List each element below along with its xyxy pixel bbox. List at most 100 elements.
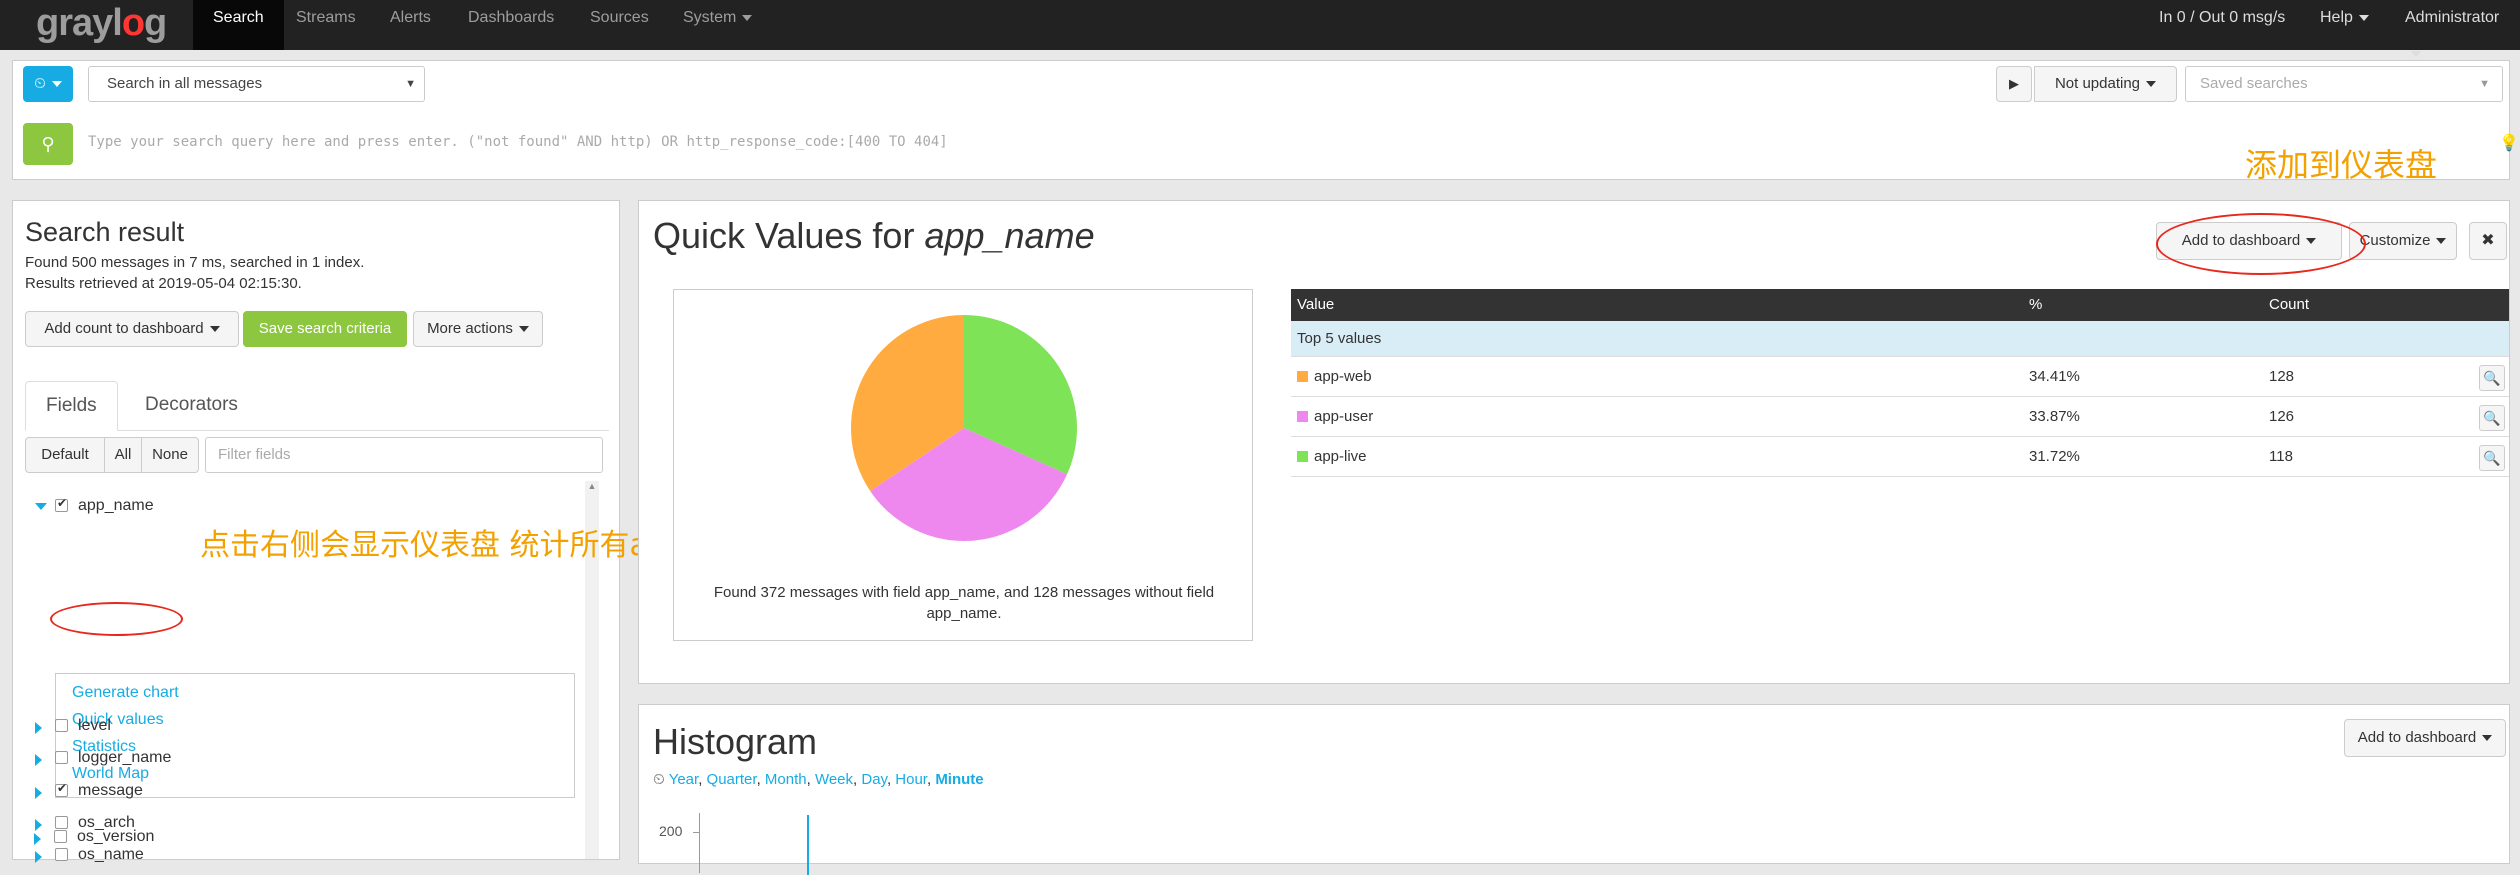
field-logger-name[interactable]: logger_name — [35, 749, 171, 767]
chevron-down-icon — [2146, 81, 2157, 88]
chevron-down-icon — [51, 81, 62, 88]
histogram-widget: Histogram Add to dashboard ⏲ Year, Quarte… — [638, 704, 2510, 875]
field-os-version[interactable]: os_version — [34, 828, 154, 846]
select-arrow-icon: ▼ — [405, 78, 416, 90]
save-search-criteria-button[interactable]: Save search criteria — [243, 311, 407, 347]
close-widget-button[interactable]: ✖ — [2469, 222, 2507, 260]
percent-cell: 34.41% — [2029, 368, 2080, 385]
histogram-add-to-dashboard-button[interactable]: Add to dashboard — [2344, 719, 2506, 757]
count-cell: 118 — [2269, 448, 2293, 465]
add-count-to-dashboard-button[interactable]: Add count to dashboard — [25, 311, 239, 347]
field-actions-menu: Generate chart Quick values Statistics W… — [55, 673, 575, 798]
separator: , — [806, 771, 815, 788]
graylog-logo[interactable]: graylog — [36, 2, 167, 45]
field-checkbox[interactable] — [54, 830, 67, 844]
value-cell: app-live — [1297, 448, 1367, 465]
quick-values-widget: Quick Values for app_name Add to dashboa… — [638, 200, 2510, 684]
nav-system[interactable]: System — [663, 0, 772, 50]
time-range-type-button[interactable]: ⏲ — [23, 66, 73, 102]
field-checkbox[interactable] — [55, 719, 68, 733]
interval-link-day[interactable]: Day — [861, 771, 887, 788]
search-icon: ⚲ — [41, 134, 55, 154]
field-os-name[interactable]: os_name — [35, 846, 144, 864]
pie-chart-container: Found 372 messages with field app_name, … — [673, 289, 1253, 641]
chevron-down-icon — [2436, 238, 2447, 245]
y-axis-tick-mark — [693, 832, 700, 833]
percent-cell: 31.72% — [2029, 448, 2080, 465]
chevron-down-icon — [209, 326, 220, 333]
y-axis-line — [699, 813, 700, 873]
filter-none-button[interactable]: None — [141, 437, 199, 473]
value-text: app-live — [1314, 448, 1367, 465]
histogram-title: Histogram — [653, 721, 818, 762]
filter-fields-input[interactable]: Filter fields — [205, 437, 603, 473]
nav-dashboards[interactable]: Dashboards — [448, 0, 574, 50]
lightbulb-icon[interactable]: 💡 — [2499, 133, 2519, 153]
histogram-interval-selector: ⏲ Year, Quarter, Month, Week, Day, Hour, … — [653, 771, 984, 788]
search-value-icon[interactable]: 🔍 — [2479, 365, 2505, 391]
histogram-bar — [807, 815, 809, 875]
nav-streams[interactable]: Streams — [276, 0, 376, 50]
interval-link-week[interactable]: Week — [815, 771, 853, 788]
refresh-interval-label: Not updating — [2054, 75, 2141, 92]
table-header: Value % Count — [1291, 289, 2509, 321]
search-query-input[interactable]: Type your search query here and press en… — [88, 134, 2468, 150]
filter-default-button[interactable]: Default — [25, 437, 105, 473]
nav-system-label: System — [683, 9, 737, 26]
retrieved-timestamp: Results retrieved at 2019-05-04 02:15:30… — [25, 275, 302, 292]
field-checkbox[interactable] — [55, 751, 68, 765]
field-app-name[interactable]: app_name — [35, 496, 154, 515]
tab-decorators[interactable]: Decorators — [125, 381, 258, 431]
scroll-up-icon: ▲ — [587, 481, 597, 491]
top-values-row: Top 5 values — [1291, 321, 2509, 357]
refresh-interval-button[interactable]: Not updating — [2034, 66, 2177, 102]
interval-link-quarter[interactable]: Quarter — [707, 771, 757, 788]
saved-searches-placeholder: Saved searches — [2200, 75, 2308, 92]
time-range-select[interactable]: Search in all messages ▼ — [88, 66, 425, 102]
more-actions-label: More actions — [427, 320, 513, 337]
filter-all-button[interactable]: All — [104, 437, 142, 473]
top-navbar: graylog Search Streams Alerts Dashboards… — [0, 0, 2520, 57]
play-button[interactable]: ▶ — [1996, 66, 2032, 102]
interval-link-year[interactable]: Year — [669, 771, 698, 788]
column-header-count: Count — [2269, 296, 2310, 313]
clock-icon: ⏲ — [653, 771, 665, 788]
table-row: app-live 31.72% 118 🔍 — [1291, 437, 2509, 477]
collapse-icon — [35, 503, 47, 510]
search-bar: ⏲ Search in all messages ▼ ▶ Not updating… — [12, 60, 2519, 180]
customize-label: Customize — [2359, 232, 2431, 249]
interval-link-hour[interactable]: Hour — [895, 771, 927, 788]
page-content: ⏲ Search in all messages ▼ ▶ Not updating… — [0, 50, 2520, 875]
nav-search[interactable]: Search — [193, 0, 284, 50]
search-value-icon[interactable]: 🔍 — [2479, 405, 2505, 431]
world-map-link[interactable]: World Map — [72, 765, 149, 783]
expand-icon — [35, 851, 42, 863]
more-actions-button[interactable]: More actions — [413, 311, 543, 347]
table-body: app-web 34.41% 128 🔍 app-user 33.87% 126 🔍 app-l… — [1291, 357, 2509, 477]
generate-chart-link[interactable]: Generate chart — [72, 684, 179, 702]
field-message[interactable]: message — [35, 781, 143, 800]
field-checkbox[interactable] — [55, 496, 68, 513]
search-button[interactable]: ⚲ — [23, 123, 73, 165]
color-swatch — [1297, 370, 1308, 382]
quick-values-caption: Found 372 messages with field app_name, … — [713, 584, 1215, 622]
select-arrow-icon: ▼ — [2479, 78, 2490, 90]
percent-cell: 33.87% — [2029, 408, 2080, 425]
nav-alerts[interactable]: Alerts — [370, 0, 451, 50]
saved-searches-select[interactable]: Saved searches ▼ — [2185, 66, 2503, 102]
nav-sources[interactable]: Sources — [570, 0, 669, 50]
tab-fields[interactable]: Fields — [25, 381, 118, 431]
time-range-value: Search in all messages — [107, 75, 263, 92]
nav-help-label: Help — [2320, 9, 2353, 26]
color-swatch — [1297, 450, 1308, 462]
interval-link-month[interactable]: Month — [765, 771, 807, 788]
search-value-icon[interactable]: 🔍 — [2479, 445, 2505, 471]
dashboard-annotation: 添加到仪表盘 — [2245, 146, 2438, 184]
field-level[interactable]: level — [35, 717, 111, 735]
field-checkbox[interactable] — [55, 781, 68, 798]
nav-help[interactable]: Help — [2300, 0, 2389, 50]
color-swatch — [1297, 410, 1308, 422]
field-checkbox[interactable] — [55, 848, 68, 862]
nav-user-menu[interactable]: Administrator — [2385, 0, 2520, 57]
interval-link-minute[interactable]: Minute — [935, 771, 983, 788]
